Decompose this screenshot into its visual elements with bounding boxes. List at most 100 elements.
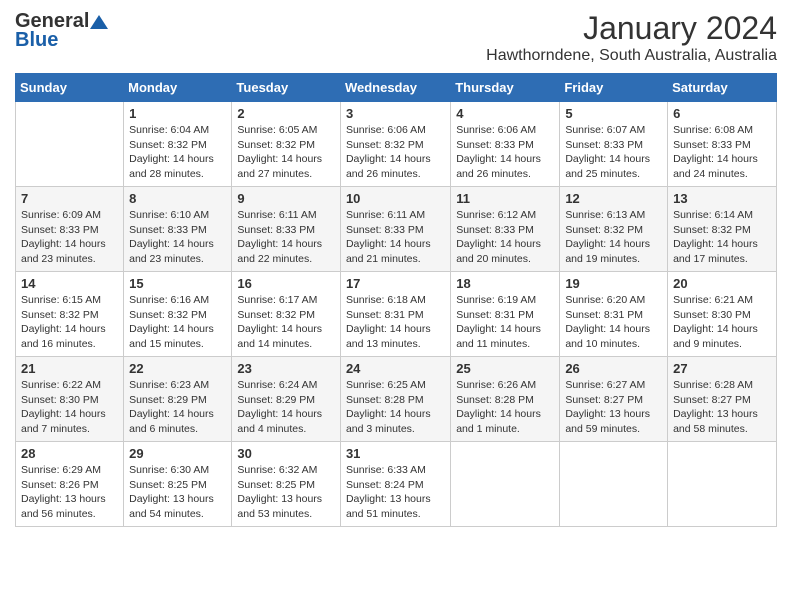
day-info: Sunrise: 6:11 AM Sunset: 8:33 PM Dayligh… (237, 208, 335, 267)
calendar-cell (451, 442, 560, 527)
calendar-cell: 24 Sunrise: 6:25 AM Sunset: 8:28 PM Dayli… (340, 357, 450, 442)
col-header-sunday: Sunday (16, 74, 124, 102)
day-number: 5 (565, 106, 662, 121)
calendar-cell: 13Sunrise: 6:14 AM Sunset: 8:32 PM Dayli… (668, 187, 777, 272)
calendar-cell (560, 442, 668, 527)
day-info: Sunrise: 6:30 AM Sunset: 8:25 PM Dayligh… (129, 463, 226, 522)
day-info: Sunrise: 6:15 AM Sunset: 8:32 PM Dayligh… (21, 293, 118, 352)
day-number: 2 (237, 106, 335, 121)
calendar-cell: 15Sunrise: 6:16 AM Sunset: 8:32 PM Dayli… (124, 272, 232, 357)
day-info: Sunrise: 6:23 AM Sunset: 8:29 PM Dayligh… (129, 378, 226, 437)
calendar-cell: 8Sunrise: 6:10 AM Sunset: 8:33 PM Daylig… (124, 187, 232, 272)
calendar-cell (668, 442, 777, 527)
day-number: 12 (565, 191, 662, 206)
day-number: 31 (346, 446, 445, 461)
calendar-cell: 23Sunrise: 6:24 AM Sunset: 8:29 PM Dayli… (232, 357, 341, 442)
day-number: 24 (346, 361, 445, 376)
day-number: 4 (456, 106, 554, 121)
calendar-cell: 1 Sunrise: 6:04 AM Sunset: 8:32 PM Daylig… (124, 102, 232, 187)
day-info: Sunrise: 6:24 AM Sunset: 8:29 PM Dayligh… (237, 378, 335, 437)
title-section: January 2024 Hawthorndene, South Austral… (486, 10, 777, 65)
col-header-friday: Friday (560, 74, 668, 102)
calendar-cell: 29Sunrise: 6:30 AM Sunset: 8:25 PM Dayli… (124, 442, 232, 527)
calendar-cell: 25 Sunrise: 6:26 AM Sunset: 8:28 PM Dayli… (451, 357, 560, 442)
day-number: 30 (237, 446, 335, 461)
calendar-cell: 14 Sunrise: 6:15 AM Sunset: 8:32 PM Dayli… (16, 272, 124, 357)
day-info: Sunrise: 6:06 AM Sunset: 8:33 PM Dayligh… (456, 123, 554, 182)
week-row-3: 14 Sunrise: 6:15 AM Sunset: 8:32 PM Dayli… (16, 272, 777, 357)
day-number: 1 (129, 106, 226, 121)
calendar-cell: 3 Sunrise: 6:06 AM Sunset: 8:32 PM Daylig… (340, 102, 450, 187)
day-info: Sunrise: 6:29 AM Sunset: 8:26 PM Dayligh… (21, 463, 118, 522)
day-info: Sunrise: 6:06 AM Sunset: 8:32 PM Dayligh… (346, 123, 445, 182)
day-number: 27 (673, 361, 771, 376)
calendar-cell (16, 102, 124, 187)
day-number: 20 (673, 276, 771, 291)
day-number: 26 (565, 361, 662, 376)
calendar-cell: 19 Sunrise: 6:20 AM Sunset: 8:31 PM Dayli… (560, 272, 668, 357)
col-header-tuesday: Tuesday (232, 74, 341, 102)
day-info: Sunrise: 6:08 AM Sunset: 8:33 PM Dayligh… (673, 123, 771, 182)
day-info: Sunrise: 6:22 AM Sunset: 8:30 PM Dayligh… (21, 378, 118, 437)
day-info: Sunrise: 6:33 AM Sunset: 8:24 PM Dayligh… (346, 463, 445, 522)
day-info: Sunrise: 6:32 AM Sunset: 8:25 PM Dayligh… (237, 463, 335, 522)
day-info: Sunrise: 6:19 AM Sunset: 8:31 PM Dayligh… (456, 293, 554, 352)
day-info: Sunrise: 6:27 AM Sunset: 8:27 PM Dayligh… (565, 378, 662, 437)
calendar-cell: 20 Sunrise: 6:21 AM Sunset: 8:30 PM Dayli… (668, 272, 777, 357)
calendar-cell: 31 Sunrise: 6:33 AM Sunset: 8:24 PM Dayli… (340, 442, 450, 527)
day-info: Sunrise: 6:17 AM Sunset: 8:32 PM Dayligh… (237, 293, 335, 352)
day-info: Sunrise: 6:07 AM Sunset: 8:33 PM Dayligh… (565, 123, 662, 182)
day-info: Sunrise: 6:05 AM Sunset: 8:32 PM Dayligh… (237, 123, 335, 182)
calendar-cell: 5 Sunrise: 6:07 AM Sunset: 8:33 PM Daylig… (560, 102, 668, 187)
day-number: 16 (237, 276, 335, 291)
header-row: SundayMondayTuesdayWednesdayThursdayFrid… (16, 74, 777, 102)
day-number: 8 (129, 191, 226, 206)
day-info: Sunrise: 6:18 AM Sunset: 8:31 PM Dayligh… (346, 293, 445, 352)
logo-blue-text: Blue (15, 29, 58, 52)
col-header-saturday: Saturday (668, 74, 777, 102)
calendar-cell: 16 Sunrise: 6:17 AM Sunset: 8:32 PM Dayli… (232, 272, 341, 357)
calendar-table: SundayMondayTuesdayWednesdayThursdayFrid… (15, 73, 777, 527)
day-number: 13 (673, 191, 771, 206)
calendar-cell: 30 Sunrise: 6:32 AM Sunset: 8:25 PM Dayli… (232, 442, 341, 527)
day-info: Sunrise: 6:21 AM Sunset: 8:30 PM Dayligh… (673, 293, 771, 352)
day-number: 17 (346, 276, 445, 291)
day-info: Sunrise: 6:04 AM Sunset: 8:32 PM Dayligh… (129, 123, 226, 182)
calendar-cell: 10 Sunrise: 6:11 AM Sunset: 8:33 PM Dayli… (340, 187, 450, 272)
day-number: 14 (21, 276, 118, 291)
calendar-cell: 12 Sunrise: 6:13 AM Sunset: 8:32 PM Dayli… (560, 187, 668, 272)
calendar-cell: 7 Sunrise: 6:09 AM Sunset: 8:33 PM Daylig… (16, 187, 124, 272)
calendar-cell: 21 Sunrise: 6:22 AM Sunset: 8:30 PM Dayli… (16, 357, 124, 442)
col-header-monday: Monday (124, 74, 232, 102)
calendar-cell: 2 Sunrise: 6:05 AM Sunset: 8:32 PM Daylig… (232, 102, 341, 187)
day-info: Sunrise: 6:09 AM Sunset: 8:33 PM Dayligh… (21, 208, 118, 267)
day-number: 10 (346, 191, 445, 206)
day-number: 21 (21, 361, 118, 376)
day-info: Sunrise: 6:25 AM Sunset: 8:28 PM Dayligh… (346, 378, 445, 437)
day-number: 7 (21, 191, 118, 206)
col-header-thursday: Thursday (451, 74, 560, 102)
calendar-cell: 22 Sunrise: 6:23 AM Sunset: 8:29 PM Dayli… (124, 357, 232, 442)
day-number: 22 (129, 361, 226, 376)
day-info: Sunrise: 6:12 AM Sunset: 8:33 PM Dayligh… (456, 208, 554, 267)
day-number: 11 (456, 191, 554, 206)
calendar-cell: 18Sunrise: 6:19 AM Sunset: 8:31 PM Dayli… (451, 272, 560, 357)
day-number: 19 (565, 276, 662, 291)
day-info: Sunrise: 6:11 AM Sunset: 8:33 PM Dayligh… (346, 208, 445, 267)
calendar-cell: 28 Sunrise: 6:29 AM Sunset: 8:26 PM Dayli… (16, 442, 124, 527)
calendar-cell: 27 Sunrise: 6:28 AM Sunset: 8:27 PM Dayli… (668, 357, 777, 442)
day-info: Sunrise: 6:26 AM Sunset: 8:28 PM Dayligh… (456, 378, 554, 437)
day-number: 9 (237, 191, 335, 206)
day-info: Sunrise: 6:13 AM Sunset: 8:32 PM Dayligh… (565, 208, 662, 267)
col-header-wednesday: Wednesday (340, 74, 450, 102)
week-row-1: 1 Sunrise: 6:04 AM Sunset: 8:32 PM Daylig… (16, 102, 777, 187)
day-info: Sunrise: 6:28 AM Sunset: 8:27 PM Dayligh… (673, 378, 771, 437)
day-number: 3 (346, 106, 445, 121)
header: General Blue January 2024 Hawthorndene, … (15, 10, 777, 65)
day-number: 25 (456, 361, 554, 376)
calendar-cell: 26 Sunrise: 6:27 AM Sunset: 8:27 PM Dayli… (560, 357, 668, 442)
day-info: Sunrise: 6:20 AM Sunset: 8:31 PM Dayligh… (565, 293, 662, 352)
calendar-cell: 17 Sunrise: 6:18 AM Sunset: 8:31 PM Dayli… (340, 272, 450, 357)
day-number: 28 (21, 446, 118, 461)
day-number: 15 (129, 276, 226, 291)
